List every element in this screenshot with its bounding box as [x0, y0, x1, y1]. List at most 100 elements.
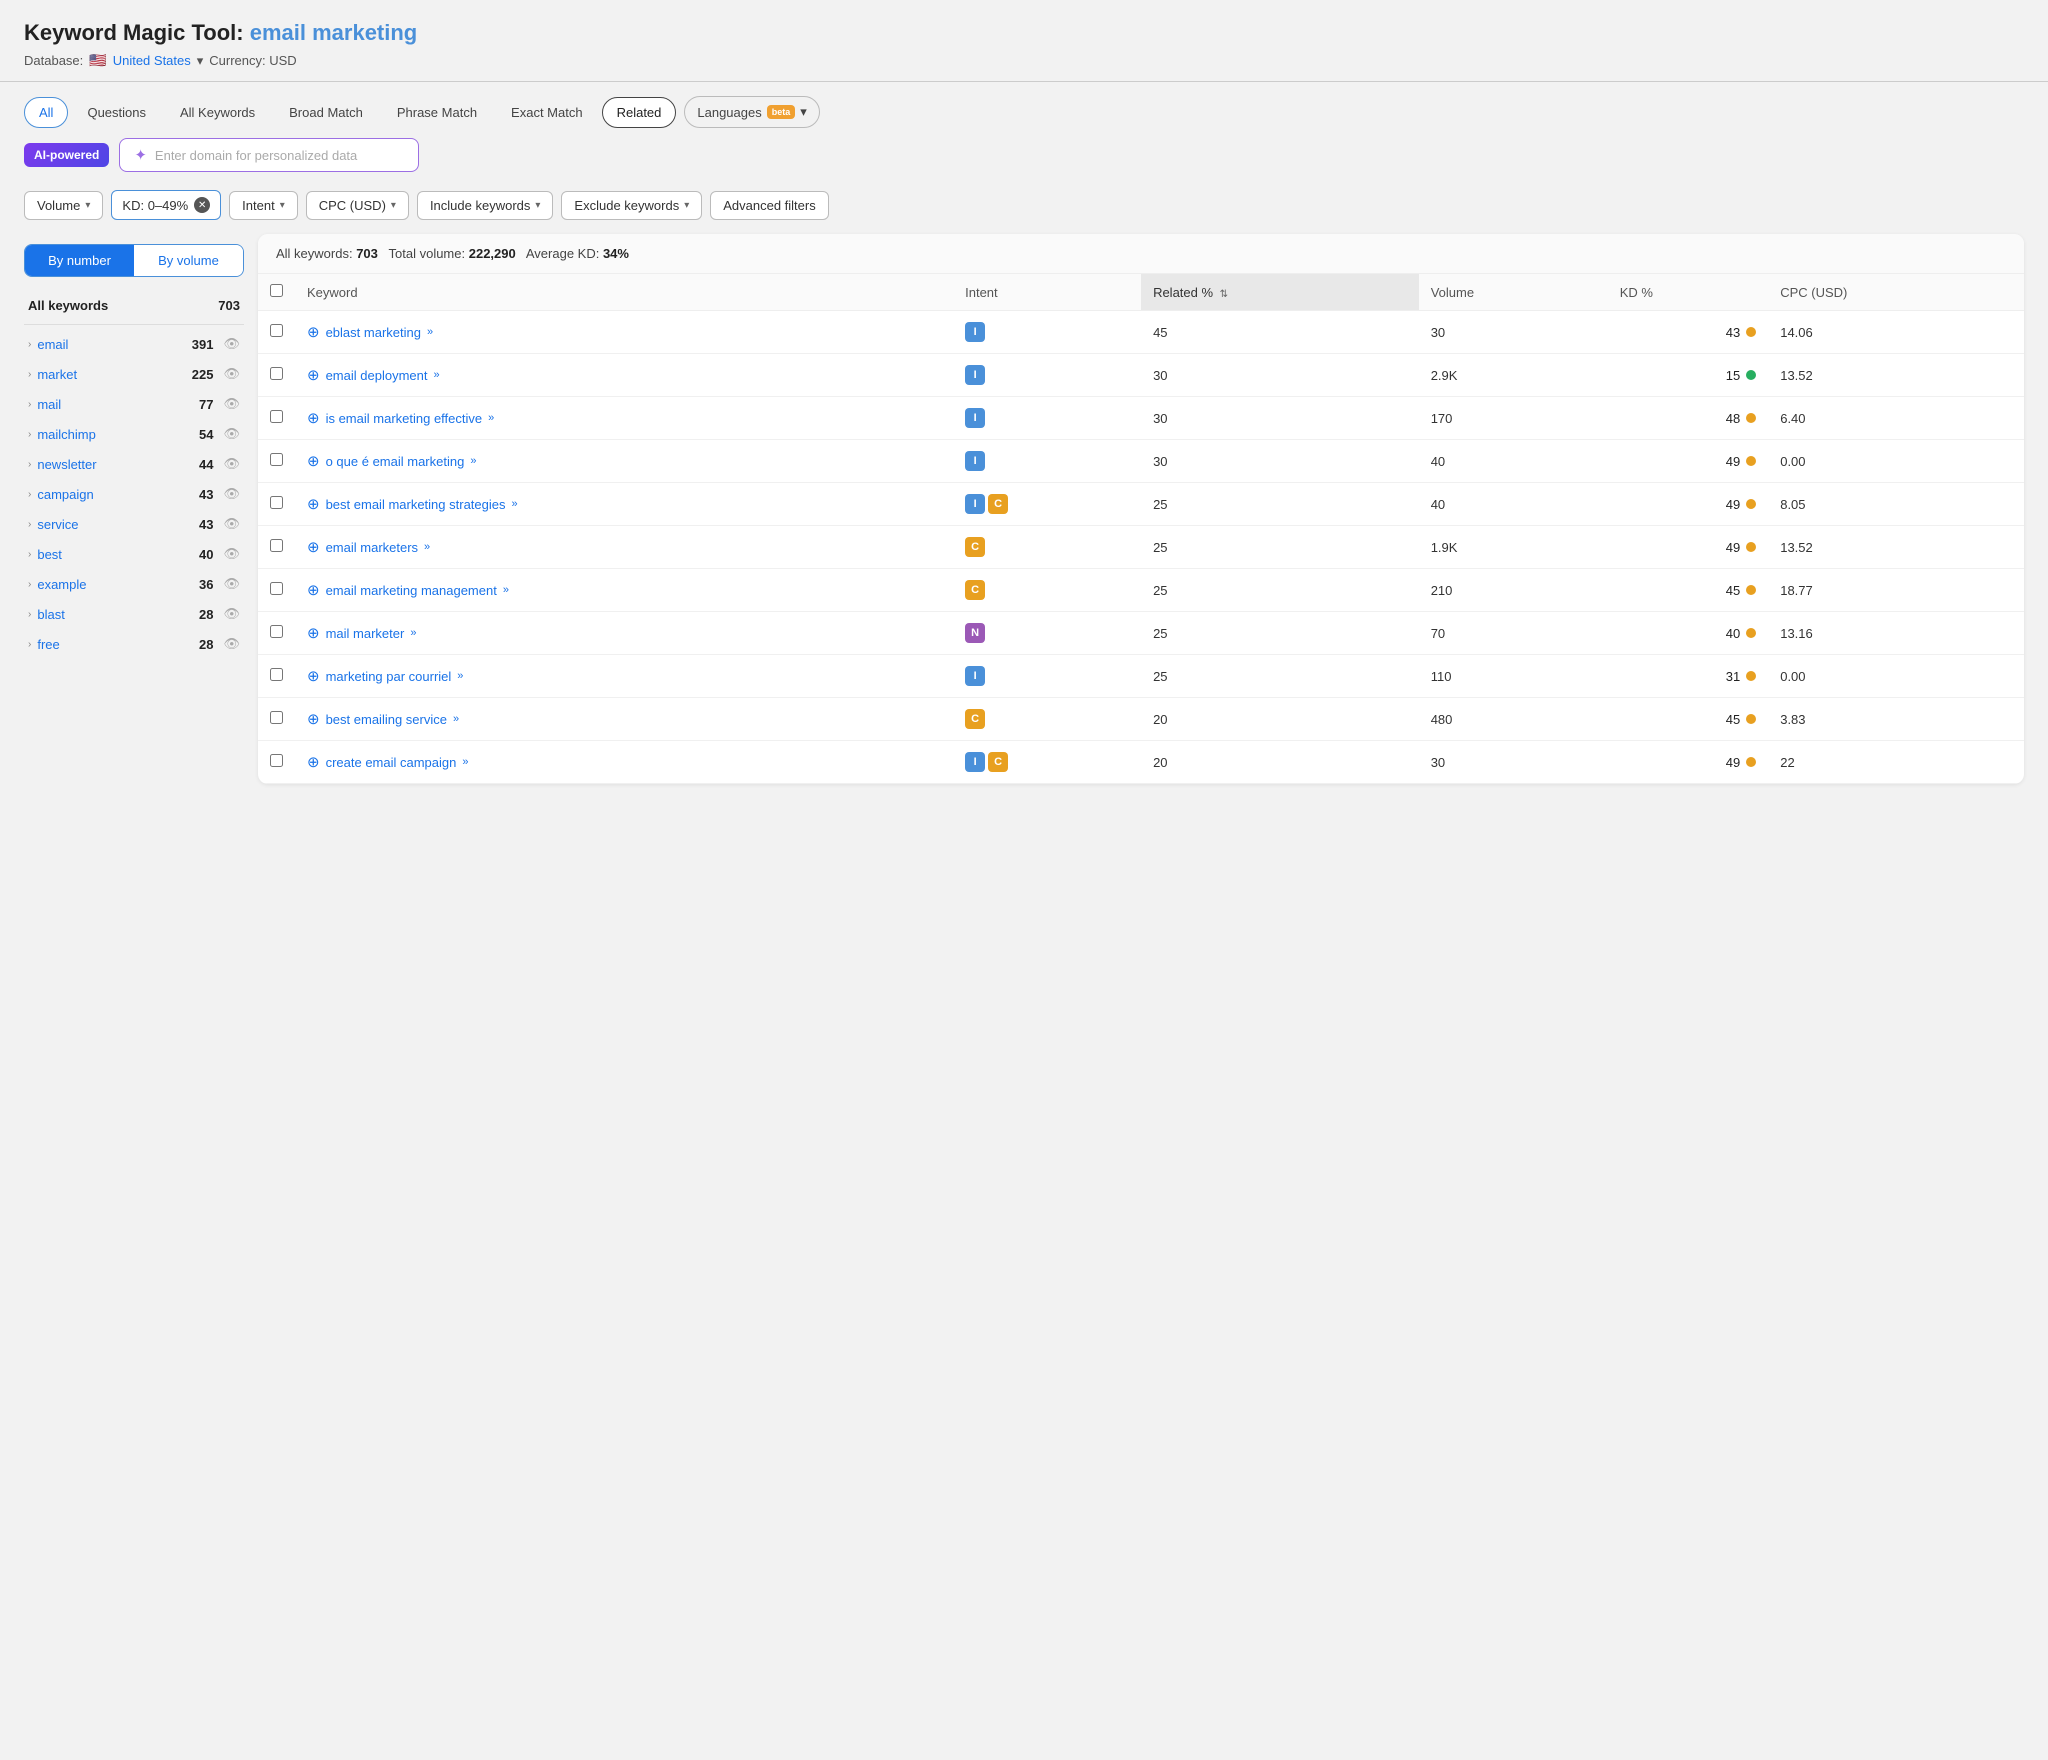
eye-icon[interactable]: 👁 [223, 636, 240, 652]
row-checkbox[interactable] [270, 496, 283, 509]
intent-badge-c: C [965, 580, 985, 600]
intent-badge-c: C [965, 537, 985, 557]
sidebar-item-service[interactable]: › service 43 👁 [24, 509, 244, 539]
th-related[interactable]: Related % ⇅ [1141, 274, 1419, 311]
keyword-link[interactable]: ⊕ email marketing management » [307, 581, 941, 599]
row-cpc-cell: 3.83 [1768, 698, 2024, 741]
row-intent-cell: IC [953, 741, 1141, 784]
filter-exclude-keywords[interactable]: Exclude keywords ▾ [561, 191, 702, 220]
row-checkbox[interactable] [270, 367, 283, 380]
sidebar-divider [24, 324, 244, 325]
sidebar-item-email[interactable]: › email 391 👁 [24, 329, 244, 359]
sidebar-item-mailchimp[interactable]: › mailchimp 54 👁 [24, 419, 244, 449]
keyword-link[interactable]: ⊕ mail marketer » [307, 624, 941, 642]
tab-related[interactable]: Related [602, 97, 677, 128]
table-row: ⊕ marketing par courriel » I 25 110 31 0… [258, 655, 2024, 698]
row-checkbox[interactable] [270, 410, 283, 423]
related-value: 25 [1153, 583, 1167, 598]
row-intent-cell: IC [953, 483, 1141, 526]
sidebar-item-name: email [37, 337, 68, 352]
eye-icon[interactable]: 👁 [223, 516, 240, 532]
eye-icon[interactable]: 👁 [223, 456, 240, 472]
keyword-link[interactable]: ⊕ create email campaign » [307, 753, 941, 771]
eye-icon[interactable]: 👁 [223, 336, 240, 352]
filter-advanced[interactable]: Advanced filters [710, 191, 829, 220]
keyword-link[interactable]: ⊕ eblast marketing » [307, 323, 941, 341]
eye-icon[interactable]: 👁 [223, 396, 240, 412]
sidebar-item-best[interactable]: › best 40 👁 [24, 539, 244, 569]
eye-icon[interactable]: 👁 [223, 546, 240, 562]
keyword-link[interactable]: ⊕ email marketers » [307, 538, 941, 556]
th-volume[interactable]: Volume [1419, 274, 1608, 311]
row-volume-cell: 170 [1419, 397, 1608, 440]
th-kd[interactable]: KD % [1608, 274, 1769, 311]
row-checkbox[interactable] [270, 539, 283, 552]
eye-icon[interactable]: 👁 [223, 426, 240, 442]
chevron-down-icon[interactable]: ▾ [197, 53, 204, 69]
sidebar-item-newsletter[interactable]: › newsletter 44 👁 [24, 449, 244, 479]
row-checkbox[interactable] [270, 668, 283, 681]
eye-icon[interactable]: 👁 [223, 606, 240, 622]
th-intent[interactable]: Intent [953, 274, 1141, 311]
ai-domain-input-wrap[interactable]: ✦ Enter domain for personalized data [119, 138, 419, 172]
related-value: 20 [1153, 755, 1167, 770]
main-content: By number By volume All keywords 703 › e… [0, 234, 2048, 808]
tab-all-keywords[interactable]: All Keywords [165, 97, 270, 128]
title-topic: email marketing [250, 20, 418, 45]
tab-phrase-match[interactable]: Phrase Match [382, 97, 492, 128]
tabs-bar: All Questions All Keywords Broad Match P… [0, 82, 2048, 128]
keyword-link[interactable]: ⊕ best emailing service » [307, 710, 941, 728]
intent-badge-group: I [965, 365, 1129, 385]
sidebar-item-market[interactable]: › market 225 👁 [24, 359, 244, 389]
filter-kd[interactable]: KD: 0–49% ✕ [111, 190, 221, 220]
intent-badge-c: C [965, 709, 985, 729]
volume-value: 480 [1431, 712, 1453, 727]
eye-icon[interactable]: 👁 [223, 486, 240, 502]
row-keyword-cell: ⊕ marketing par courriel » [295, 655, 953, 698]
eye-icon[interactable]: 👁 [223, 576, 240, 592]
keyword-link[interactable]: ⊕ o que é email marketing » [307, 452, 941, 470]
tab-questions[interactable]: Questions [72, 97, 161, 128]
volume-value: 30 [1431, 325, 1445, 340]
sidebar: By number By volume All keywords 703 › e… [24, 234, 244, 784]
row-related-cell: 30 [1141, 440, 1419, 483]
database-link[interactable]: United States [113, 53, 191, 68]
sidebar-item-example[interactable]: › example 36 👁 [24, 569, 244, 599]
sidebar-item-mail[interactable]: › mail 77 👁 [24, 389, 244, 419]
row-checkbox[interactable] [270, 324, 283, 337]
chevron-right-icon: » [462, 756, 468, 768]
tab-languages[interactable]: Languages beta ▾ [684, 96, 819, 128]
filter-include-keywords[interactable]: Include keywords ▾ [417, 191, 553, 220]
keyword-link[interactable]: ⊕ marketing par courriel » [307, 667, 941, 685]
filter-cpc[interactable]: CPC (USD) ▾ [306, 191, 409, 220]
filter-volume[interactable]: Volume ▾ [24, 191, 103, 220]
eye-icon[interactable]: 👁 [223, 366, 240, 382]
row-checkbox[interactable] [270, 711, 283, 724]
row-checkbox[interactable] [270, 582, 283, 595]
sidebar-item-free[interactable]: › free 28 👁 [24, 629, 244, 659]
th-keyword[interactable]: Keyword [295, 274, 953, 311]
toggle-by-volume[interactable]: By volume [134, 245, 243, 276]
row-checkbox[interactable] [270, 754, 283, 767]
row-checkbox[interactable] [270, 453, 283, 466]
toggle-by-number[interactable]: By number [25, 245, 134, 276]
row-intent-cell: I [953, 655, 1141, 698]
select-all-checkbox[interactable] [270, 284, 283, 297]
tab-all[interactable]: All [24, 97, 68, 128]
cpc-value: 13.16 [1780, 626, 1813, 641]
keyword-link[interactable]: ⊕ is email marketing effective » [307, 409, 941, 427]
filter-kd-clear[interactable]: ✕ [194, 197, 210, 213]
th-cpc[interactable]: CPC (USD) [1768, 274, 2024, 311]
tab-exact-match[interactable]: Exact Match [496, 97, 598, 128]
cpc-value: 0.00 [1780, 454, 1805, 469]
filter-intent[interactable]: Intent ▾ [229, 191, 298, 220]
chevron-right-icon: › [28, 579, 31, 590]
sidebar-item-campaign[interactable]: › campaign 43 👁 [24, 479, 244, 509]
sidebar-item-blast[interactable]: › blast 28 👁 [24, 599, 244, 629]
keyword-link[interactable]: ⊕ best email marketing strategies » [307, 495, 941, 513]
table-row: ⊕ best email marketing strategies » IC 2… [258, 483, 2024, 526]
sidebar-item-left: › blast [28, 607, 65, 622]
tab-broad-match[interactable]: Broad Match [274, 97, 378, 128]
keyword-link[interactable]: ⊕ email deployment » [307, 366, 941, 384]
row-checkbox[interactable] [270, 625, 283, 638]
